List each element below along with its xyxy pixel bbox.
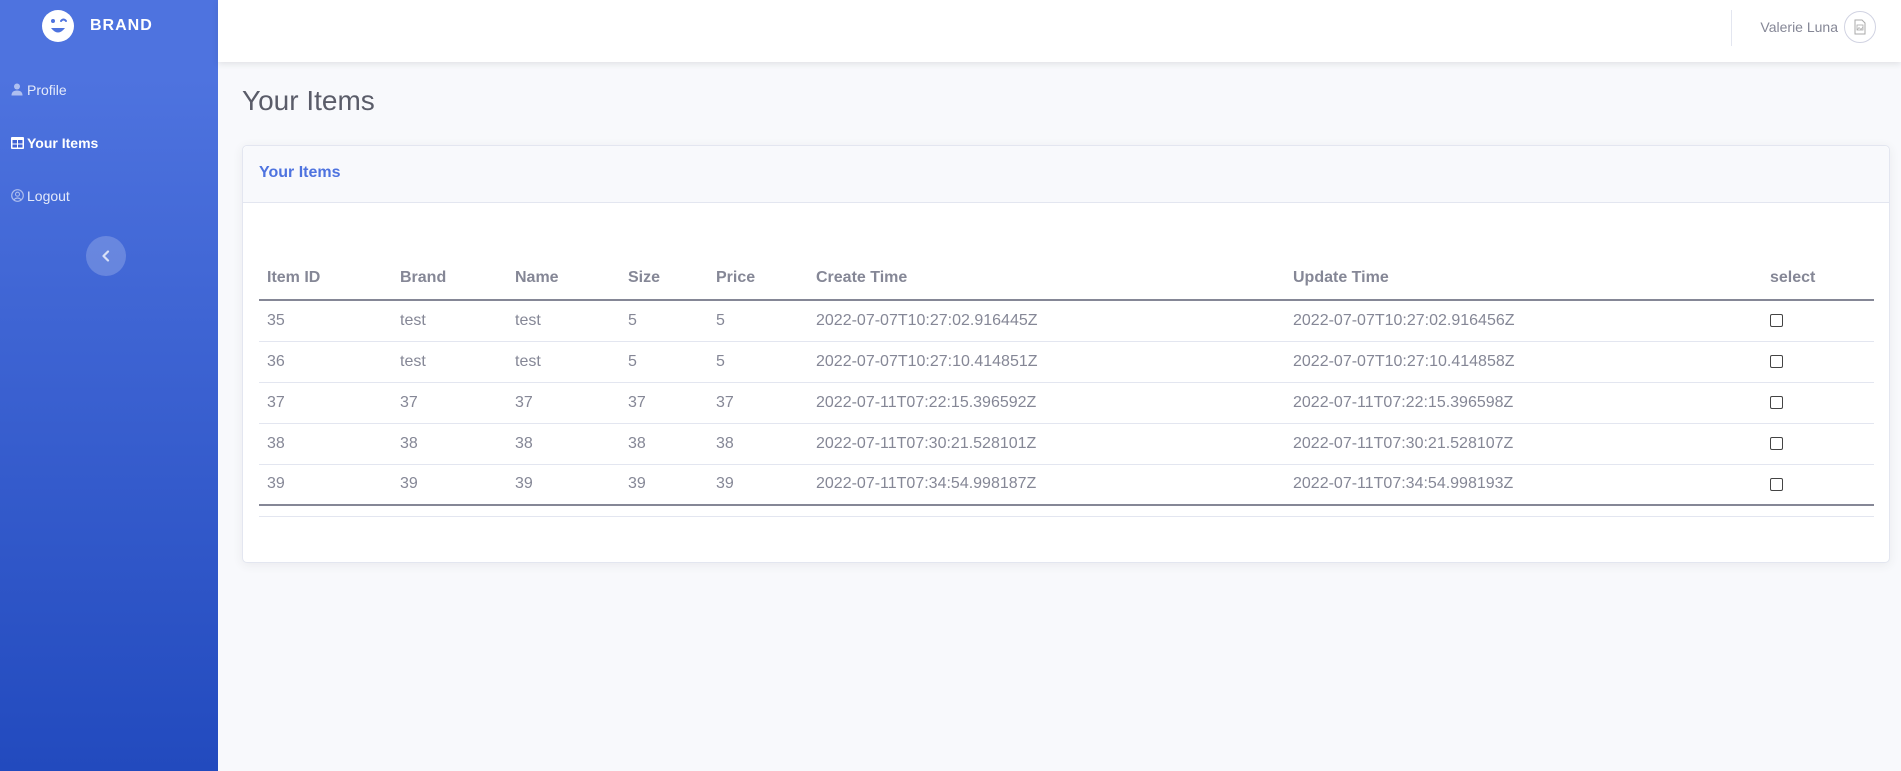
cell-size: 38 xyxy=(620,423,708,465)
cell-brand: test xyxy=(392,300,507,342)
cell-price: 5 xyxy=(708,300,808,342)
cell-select xyxy=(1762,300,1874,342)
sidebar-brand[interactable]: BRAND xyxy=(0,0,218,52)
column-header-price[interactable]: Price xyxy=(708,256,808,301)
cell-create-time: 2022-07-11T07:30:21.528101Z xyxy=(808,423,1285,465)
table-row: 39 39 39 39 39 2022-07-11T07:34:54.99818… xyxy=(259,464,1874,506)
column-header-create-time[interactable]: Create Time xyxy=(808,256,1285,301)
table-icon xyxy=(10,136,24,150)
topbar-divider xyxy=(1731,10,1732,46)
sidebar-item-label: Profile xyxy=(27,81,67,98)
cell-item-id: 35 xyxy=(259,300,392,342)
column-header-name[interactable]: Name xyxy=(507,256,620,301)
cell-update-time: 2022-07-11T07:22:15.396598Z xyxy=(1285,382,1762,424)
cell-item-id: 39 xyxy=(259,464,392,506)
user-avatar[interactable] xyxy=(1844,11,1876,43)
cell-price: 38 xyxy=(708,423,808,465)
sidebar-item-profile[interactable]: Profile xyxy=(0,63,218,116)
cell-brand: 39 xyxy=(392,464,507,506)
page-title: Your Items xyxy=(242,85,375,116)
table-row: 35 test test 5 5 2022-07-07T10:27:02.916… xyxy=(259,300,1874,342)
select-checkbox[interactable] xyxy=(1770,477,1783,491)
column-header-select[interactable]: select xyxy=(1762,256,1874,301)
column-header-update-time[interactable]: Update Time xyxy=(1285,256,1762,301)
items-table: Item ID Brand Name Size Price Create Tim… xyxy=(259,256,1874,506)
cell-size: 5 xyxy=(620,300,708,342)
cell-price: 5 xyxy=(708,341,808,383)
brand-label: BRAND xyxy=(90,17,153,34)
sidebar: BRAND Profile Your Items Logout xyxy=(0,0,218,771)
cell-size: 39 xyxy=(620,464,708,506)
table-footer-divider xyxy=(259,516,1874,517)
table-header-row: Item ID Brand Name Size Price Create Tim… xyxy=(259,256,1874,301)
sidebar-item-label: Your Items xyxy=(27,134,99,151)
cell-item-id: 38 xyxy=(259,423,392,465)
cell-name: test xyxy=(507,341,620,383)
cell-select xyxy=(1762,382,1874,424)
chevron-left-icon xyxy=(102,250,110,262)
cell-select xyxy=(1762,341,1874,383)
user-name[interactable]: Valerie Luna xyxy=(1760,19,1838,35)
column-header-brand[interactable]: Brand xyxy=(392,256,507,301)
laugh-wink-icon xyxy=(42,10,74,42)
avatar-image-icon xyxy=(1854,19,1866,35)
cell-item-id: 36 xyxy=(259,341,392,383)
sidebar-toggle-button[interactable] xyxy=(86,236,126,276)
cell-select xyxy=(1762,423,1874,465)
cell-brand: 37 xyxy=(392,382,507,424)
cell-create-time: 2022-07-11T07:22:15.396592Z xyxy=(808,382,1285,424)
card-header: Your Items xyxy=(243,146,1889,203)
cell-update-time: 2022-07-07T10:27:02.916456Z xyxy=(1285,300,1762,342)
cell-create-time: 2022-07-07T10:27:10.414851Z xyxy=(808,341,1285,383)
select-checkbox[interactable] xyxy=(1770,395,1783,409)
cell-brand: 38 xyxy=(392,423,507,465)
select-checkbox[interactable] xyxy=(1770,354,1783,368)
select-checkbox[interactable] xyxy=(1770,314,1783,328)
sidebar-item-your-items[interactable]: Your Items xyxy=(0,116,218,169)
cell-brand: test xyxy=(392,341,507,383)
cell-update-time: 2022-07-11T07:34:54.998193Z xyxy=(1285,464,1762,506)
cell-update-time: 2022-07-11T07:30:21.528107Z xyxy=(1285,423,1762,465)
column-header-size[interactable]: Size xyxy=(620,256,708,301)
sidebar-item-logout[interactable]: Logout xyxy=(0,169,218,222)
cell-create-time: 2022-07-07T10:27:02.916445Z xyxy=(808,300,1285,342)
user-icon xyxy=(10,83,24,97)
cell-price: 39 xyxy=(708,464,808,506)
topbar: Valerie Luna xyxy=(218,0,1901,62)
user-circle-icon xyxy=(10,189,24,203)
cell-size: 5 xyxy=(620,341,708,383)
table-row: 37 37 37 37 37 2022-07-11T07:22:15.39659… xyxy=(259,382,1874,424)
cell-item-id: 37 xyxy=(259,382,392,424)
cell-select xyxy=(1762,464,1874,506)
cell-update-time: 2022-07-07T10:27:10.414858Z xyxy=(1285,341,1762,383)
select-checkbox[interactable] xyxy=(1770,436,1783,450)
cell-size: 37 xyxy=(620,382,708,424)
cell-price: 37 xyxy=(708,382,808,424)
cell-name: 39 xyxy=(507,464,620,506)
table-row: 38 38 38 38 38 2022-07-11T07:30:21.52810… xyxy=(259,423,1874,465)
cell-name: test xyxy=(507,300,620,342)
sidebar-item-label: Logout xyxy=(27,187,70,204)
table-row: 36 test test 5 5 2022-07-07T10:27:10.414… xyxy=(259,341,1874,383)
cell-name: 37 xyxy=(507,382,620,424)
cell-create-time: 2022-07-11T07:34:54.998187Z xyxy=(808,464,1285,506)
column-header-item-id[interactable]: Item ID xyxy=(259,256,392,301)
cell-name: 38 xyxy=(507,423,620,465)
items-card: Your Items Item ID Brand Name Size Price… xyxy=(242,145,1890,563)
